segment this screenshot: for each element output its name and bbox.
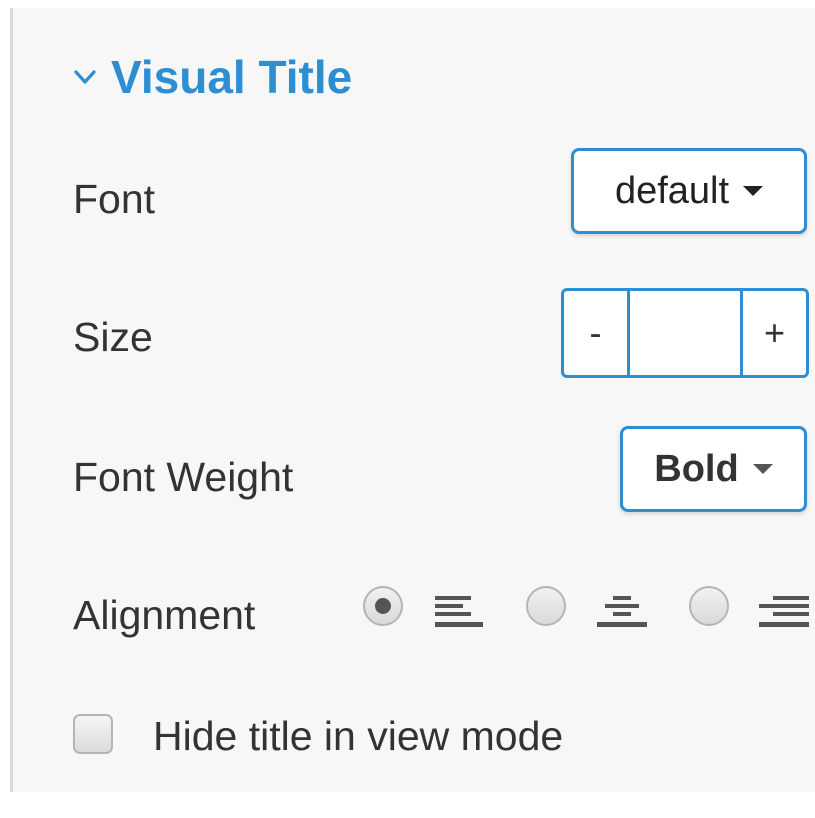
section-title: Visual Title xyxy=(111,51,353,103)
align-right-icon xyxy=(759,596,809,627)
alignment-label: Alignment xyxy=(73,592,256,638)
align-left-icon xyxy=(435,596,483,627)
hide-title-checkbox[interactable] xyxy=(73,714,113,754)
size-stepper: - + xyxy=(561,288,809,378)
alignment-left-radio[interactable] xyxy=(363,586,403,626)
chevron-down-icon xyxy=(74,70,96,84)
settings-panel: Visual Title Font default Size - + Font … xyxy=(10,8,815,792)
align-center-icon xyxy=(597,596,647,627)
alignment-right-radio[interactable] xyxy=(689,586,729,626)
section-header-visual-title[interactable]: Visual Title xyxy=(73,50,352,104)
hide-title-label[interactable]: Hide title in view mode xyxy=(153,713,563,760)
font-select[interactable]: default xyxy=(571,148,807,234)
size-input[interactable] xyxy=(630,291,740,375)
font-weight-label: Font Weight xyxy=(73,454,294,500)
font-weight-select-value: Bold xyxy=(654,447,739,490)
size-label: Size xyxy=(73,314,153,360)
size-decrement-button[interactable]: - xyxy=(564,291,630,375)
size-increment-button[interactable]: + xyxy=(740,291,806,375)
alignment-center-radio[interactable] xyxy=(526,586,566,626)
caret-down-icon xyxy=(752,464,773,474)
font-select-value: default xyxy=(614,169,730,212)
font-label: Font xyxy=(73,176,156,222)
font-weight-select[interactable]: Bold xyxy=(620,426,807,512)
caret-down-icon xyxy=(743,186,764,196)
